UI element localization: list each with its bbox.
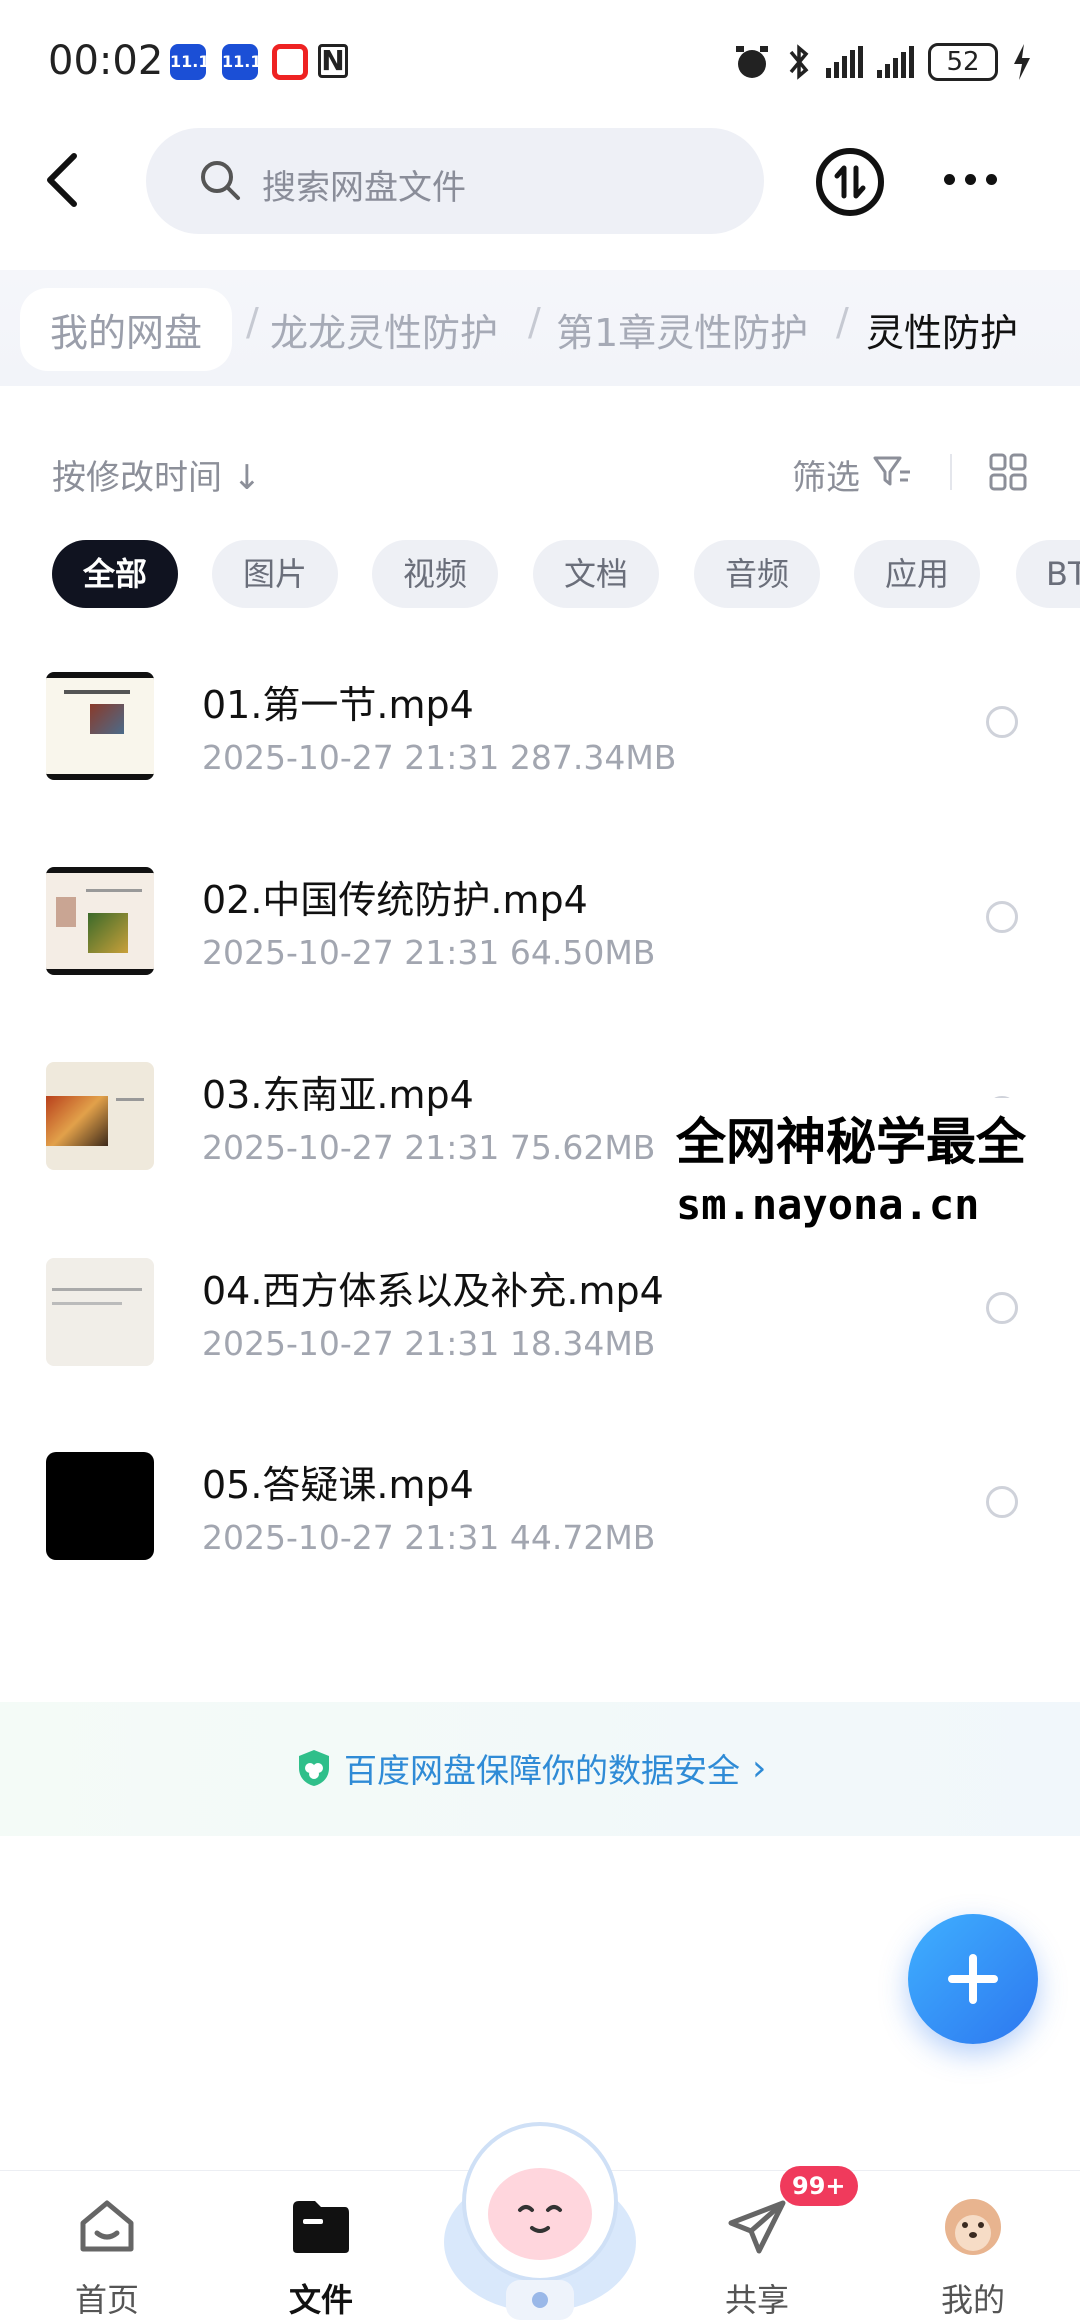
watermark-url: sm.nayona.cn bbox=[676, 1180, 980, 1229]
sort-button[interactable]: 按修改时间 ↓ bbox=[52, 450, 261, 499]
chevron-right-icon: › bbox=[752, 1747, 767, 1789]
ai-assistant-mascot[interactable] bbox=[436, 2092, 644, 2324]
file-type-filter-chips: 全部 图片 视频 文档 音频 应用 BT bbox=[52, 540, 1080, 610]
app-notification-icon bbox=[272, 44, 308, 80]
file-meta: 2025-10-27 21:31 64.50MB bbox=[202, 933, 656, 972]
select-radio[interactable] bbox=[986, 1486, 1018, 1518]
select-radio[interactable] bbox=[986, 706, 1018, 738]
video-thumbnail bbox=[46, 1062, 154, 1170]
file-meta: 2025-10-27 21:31 287.34MB bbox=[202, 738, 677, 777]
nav-me-label: 我的 bbox=[940, 2281, 1005, 2319]
file-row[interactable]: 05.答疑课.mp4 2025-10-27 21:31 44.72MB bbox=[0, 1452, 1080, 1648]
signal-icon bbox=[826, 46, 863, 78]
file-row[interactable]: 04.西方体系以及补充.mp4 2025-10-27 21:31 18.34MB bbox=[0, 1258, 1080, 1454]
breadcrumb-item[interactable]: 龙龙灵性防护 bbox=[270, 302, 498, 357]
file-name: 01.第一节.mp4 bbox=[202, 683, 474, 727]
video-thumbnail bbox=[46, 1258, 154, 1366]
nav-files-label: 文件 bbox=[288, 2281, 353, 2319]
file-name: 02.中国传统防护.mp4 bbox=[202, 878, 588, 922]
breadcrumb: 我的网盘 / 龙龙灵性防护 / 第1章灵性防护 / 灵性防护 bbox=[0, 270, 1080, 386]
home-icon bbox=[80, 2200, 134, 2252]
app-notification-icon: 11.11 bbox=[170, 44, 221, 80]
search-placeholder: 搜索网盘文件 bbox=[262, 168, 466, 208]
file-name: 05.答疑课.mp4 bbox=[202, 1463, 474, 1507]
bluetooth-icon bbox=[789, 44, 809, 80]
filter-button[interactable]: 筛选 bbox=[792, 450, 860, 499]
alarm-icon bbox=[736, 46, 768, 78]
transfer-arrows-icon bbox=[834, 165, 866, 199]
security-text: 百度网盘保障你的数据安全 bbox=[344, 1751, 740, 1790]
nav-home-label: 首页 bbox=[74, 2281, 139, 2319]
search-input[interactable]: 搜索网盘文件 bbox=[146, 128, 764, 234]
file-meta: 2025-10-27 21:31 75.62MB bbox=[202, 1128, 656, 1167]
nav-share[interactable]: 共享 bbox=[692, 2189, 822, 2319]
shield-icon bbox=[299, 1750, 329, 1786]
file-name: 03.东南亚.mp4 bbox=[202, 1073, 474, 1117]
grid-view-icon[interactable] bbox=[988, 452, 1028, 492]
nfc-icon: N bbox=[318, 44, 348, 78]
file-meta: 2025-10-27 21:31 44.72MB bbox=[202, 1518, 656, 1557]
divider bbox=[950, 454, 952, 490]
chip-images[interactable]: 图片 bbox=[212, 540, 338, 608]
watermark-title: 全网神秘学最全 bbox=[676, 1113, 1026, 1171]
video-thumbnail bbox=[46, 1452, 154, 1560]
signal-icon bbox=[877, 46, 914, 78]
avatar bbox=[945, 2199, 1001, 2255]
video-thumbnail bbox=[46, 867, 154, 975]
file-row[interactable]: 02.中国传统防护.mp4 2025-10-27 21:31 64.50MB bbox=[0, 867, 1080, 1063]
battery-level: 52 bbox=[928, 43, 998, 81]
nav-files[interactable]: 文件 bbox=[256, 2189, 386, 2319]
more-options-button[interactable] bbox=[944, 174, 997, 185]
back-icon[interactable] bbox=[40, 150, 84, 210]
breadcrumb-current: 灵性防护 bbox=[866, 311, 1019, 355]
chip-documents[interactable]: 文档 bbox=[533, 540, 659, 608]
filter-icon[interactable] bbox=[872, 452, 912, 492]
status-time: 00:02 bbox=[48, 38, 164, 84]
add-button[interactable] bbox=[908, 1914, 1038, 2044]
search-icon bbox=[201, 161, 240, 200]
transfer-list-button[interactable] bbox=[816, 148, 884, 216]
select-radio[interactable] bbox=[986, 1292, 1018, 1324]
select-radio[interactable] bbox=[986, 901, 1018, 933]
share-badge: 99+ bbox=[780, 2166, 858, 2206]
chip-all[interactable]: 全部 bbox=[52, 540, 178, 608]
chip-audio[interactable]: 音频 bbox=[694, 540, 820, 608]
paper-plane-icon bbox=[728, 2200, 786, 2254]
file-meta: 2025-10-27 21:31 18.34MB bbox=[202, 1324, 656, 1363]
chip-apps[interactable]: 应用 bbox=[854, 540, 980, 608]
breadcrumb-item[interactable]: 第1章灵性防护 bbox=[556, 302, 808, 357]
security-banner[interactable]: 百度网盘保障你的数据安全 › bbox=[0, 1702, 1080, 1836]
folder-icon bbox=[293, 2201, 349, 2253]
file-list-panel: 按修改时间 ↓ 筛选 全部 图片 视频 文档 音频 应用 BT 01.第一节.m… bbox=[0, 390, 1080, 2180]
nav-share-label: 共享 bbox=[724, 2281, 789, 2319]
file-name: 04.西方体系以及补充.mp4 bbox=[202, 1269, 664, 1313]
watermark-overlay: 全网神秘学最全 sm.nayona.cn bbox=[676, 1098, 1080, 1233]
chip-videos[interactable]: 视频 bbox=[372, 540, 498, 608]
nav-me[interactable]: 我的 bbox=[908, 2189, 1038, 2319]
charging-icon bbox=[1014, 44, 1030, 80]
nav-home[interactable]: 首页 bbox=[42, 2189, 172, 2319]
file-row[interactable]: 01.第一节.mp4 2025-10-27 21:31 287.34MB bbox=[0, 672, 1080, 868]
app-notification-icon: 11.11 bbox=[222, 44, 273, 80]
chip-bt[interactable]: BT bbox=[1016, 540, 1080, 608]
status-bar: 00:02 11.11 11.11 N 52 bbox=[0, 0, 1080, 120]
video-thumbnail bbox=[46, 672, 154, 780]
breadcrumb-item[interactable]: 我的网盘 bbox=[20, 288, 233, 371]
